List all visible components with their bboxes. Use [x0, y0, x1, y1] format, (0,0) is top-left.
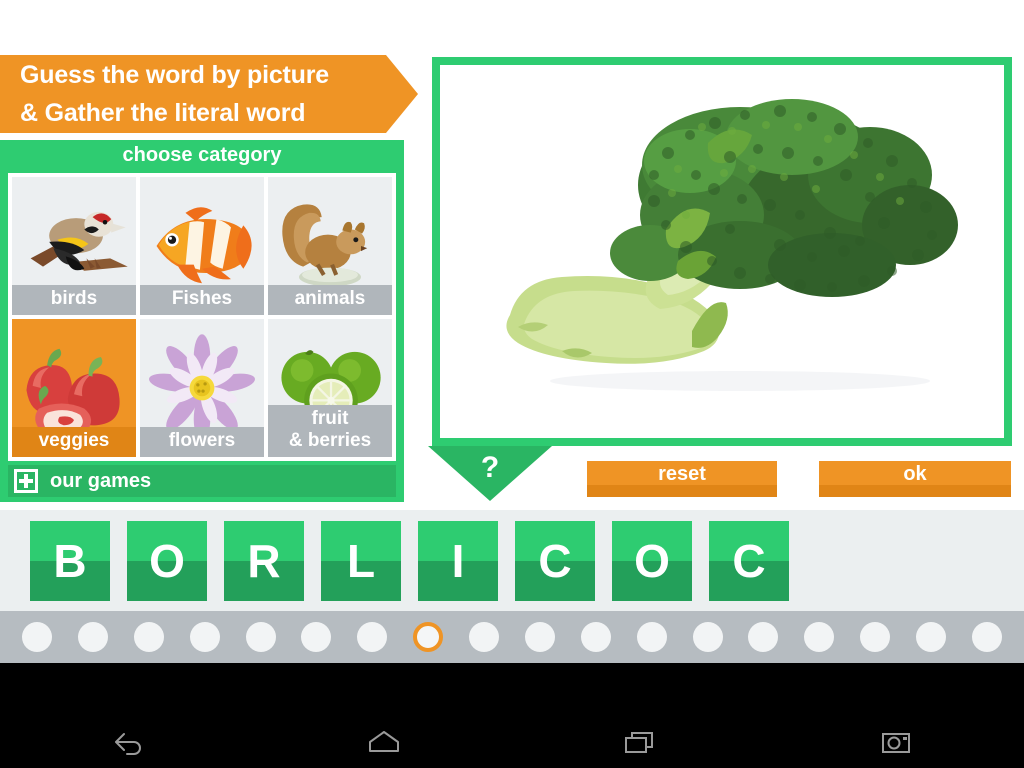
category-label-fishes: Fishes	[140, 285, 264, 315]
category-tile-fishes[interactable]: Fishes	[140, 177, 264, 315]
progress-dot[interactable]	[301, 622, 332, 652]
letter-tile[interactable]: C	[709, 521, 789, 601]
progress-dots	[0, 611, 1024, 663]
category-panel: choose category birds Fishes animals veg…	[0, 140, 404, 502]
progress-dot[interactable]	[692, 622, 723, 652]
banner-line-1: Guess the word by picture	[20, 61, 329, 89]
letter-tile[interactable]: O	[127, 521, 207, 601]
back-icon[interactable]	[0, 728, 256, 756]
category-tile-animals[interactable]: animals	[268, 177, 392, 315]
progress-dot[interactable]	[971, 622, 1002, 652]
our-games-label: our games	[50, 469, 152, 492]
app-title-banner: Guess the word by picture & Gather the l…	[0, 55, 386, 133]
progress-dot-active[interactable]	[413, 622, 444, 652]
reset-button-label: reset	[658, 463, 706, 485]
android-navigation-bar	[0, 663, 1024, 768]
plus-box-icon	[14, 469, 38, 493]
progress-dot[interactable]	[748, 622, 779, 652]
banner-arrow-icon	[386, 55, 418, 133]
category-label-fruit-berries: fruit & berries	[268, 405, 392, 457]
category-tile-fruit-berries[interactable]: fruit & berries	[268, 319, 392, 457]
banner-line-2: & Gather the literal word	[20, 99, 306, 127]
category-grid: birds Fishes animals veggies flowers fru…	[8, 173, 396, 461]
broccoli-photo	[440, 65, 1004, 438]
progress-dot[interactable]	[357, 622, 388, 652]
category-label-veggies: veggies	[12, 427, 136, 457]
category-tile-birds[interactable]: birds	[12, 177, 136, 315]
progress-dot[interactable]	[916, 622, 946, 652]
our-games-button[interactable]: our games	[8, 465, 396, 497]
category-tile-veggies[interactable]: veggies	[12, 319, 136, 457]
letter-tile[interactable]: O	[612, 521, 692, 601]
letter-rack: BORLICOC	[0, 510, 1024, 611]
letter-tile[interactable]: I	[418, 521, 498, 601]
letter-tile[interactable]: B	[30, 521, 110, 601]
letter-tile[interactable]: L	[321, 521, 401, 601]
progress-dot[interactable]	[860, 622, 891, 652]
letter-tiles: BORLICOC	[30, 521, 789, 601]
progress-dot[interactable]	[189, 622, 220, 652]
progress-dot[interactable]	[636, 622, 667, 652]
progress-dot[interactable]	[580, 622, 611, 652]
recents-icon[interactable]	[512, 728, 768, 756]
screenshot-icon[interactable]	[768, 728, 1024, 756]
category-label-birds: birds	[12, 285, 136, 315]
progress-dot[interactable]	[77, 622, 108, 652]
ok-button-label: ok	[903, 463, 927, 485]
progress-dot[interactable]	[804, 622, 835, 652]
letter-tile[interactable]: R	[224, 521, 304, 601]
ok-button[interactable]: ok	[819, 461, 1011, 497]
app-root: Guess the word by picture & Gather the l…	[0, 0, 1024, 768]
progress-dot[interactable]	[524, 622, 555, 652]
progress-dot[interactable]	[133, 622, 164, 652]
letter-tile[interactable]: C	[515, 521, 595, 601]
category-label-flowers: flowers	[140, 427, 264, 457]
progress-dot[interactable]	[245, 622, 276, 652]
puzzle-picture	[440, 65, 1004, 438]
hint-label: ?	[480, 451, 500, 484]
progress-dot[interactable]	[22, 622, 52, 652]
reset-button[interactable]: reset	[587, 461, 777, 497]
hint-button[interactable]: ?	[428, 446, 552, 504]
category-tile-flowers[interactable]: flowers	[140, 319, 264, 457]
picture-frame	[432, 57, 1012, 446]
progress-dot[interactable]	[469, 622, 499, 652]
category-label-animals: animals	[268, 285, 392, 315]
choose-category-title: choose category	[122, 144, 282, 166]
home-icon[interactable]	[256, 728, 512, 756]
